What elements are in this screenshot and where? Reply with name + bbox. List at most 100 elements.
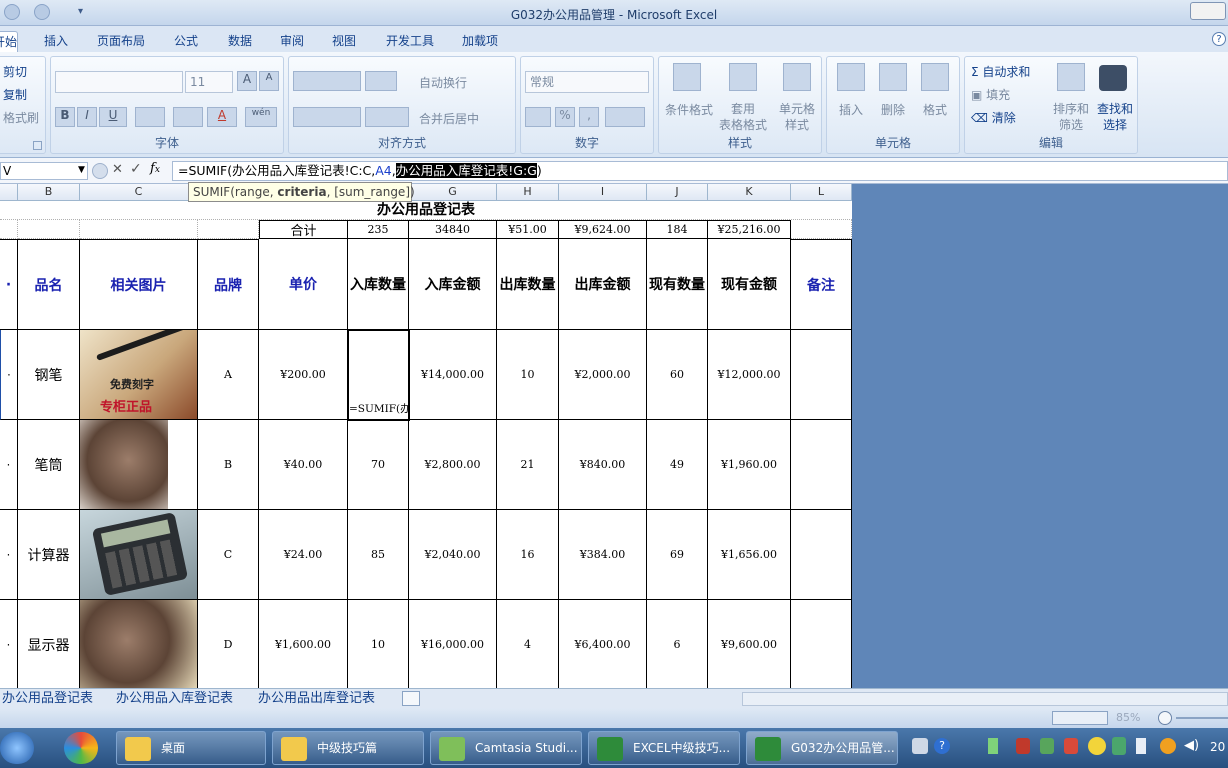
sheet-tab-outbound[interactable]: 办公用品出库登记表 [258, 690, 375, 708]
tab-data[interactable]: 数据 [218, 31, 262, 52]
brand-cell[interactable]: B [198, 420, 259, 510]
in-amount-cell[interactable]: ¥2,040.00 [409, 510, 497, 600]
table-format-icon[interactable] [729, 63, 757, 91]
indent-icons[interactable] [365, 107, 409, 127]
sort-filter-icon[interactable] [1057, 63, 1085, 91]
column-header-j[interactable]: J [647, 184, 708, 201]
picture-cell[interactable] [80, 420, 198, 510]
totals-label[interactable]: 合计 [259, 220, 348, 239]
taskbar-button-camtasia[interactable]: Camtasia Studi... [430, 731, 582, 765]
monitor-image[interactable] [80, 600, 197, 688]
tab-review[interactable]: 审阅 [270, 31, 314, 52]
pen-image[interactable]: 免费刻字 专柜正品 [80, 330, 197, 419]
copy-button[interactable]: 复制 [3, 86, 27, 103]
binoculars-icon[interactable] [1099, 65, 1127, 91]
vertical-align-icons[interactable] [293, 71, 361, 91]
clear-button[interactable]: ⌫ 清除 [971, 109, 1016, 126]
font-color-icon[interactable]: A [207, 107, 237, 127]
conditional-format-icon[interactable] [673, 63, 701, 91]
in-amount-cell[interactable]: ¥2,800.00 [409, 420, 497, 510]
calculator-image[interactable] [80, 510, 197, 599]
price-cell[interactable]: ¥24.00 [259, 510, 348, 600]
number-format-select[interactable]: 常规 [525, 71, 649, 93]
note-cell[interactable] [791, 420, 852, 510]
keyboard-icon[interactable] [912, 738, 928, 754]
start-button-icon[interactable] [0, 732, 34, 764]
wrap-text-button[interactable]: 自动换行 [419, 74, 467, 91]
worksheet[interactable]: B C F G H I J K L 办公用品登记表 合计 235 34840 ¥… [0, 184, 852, 688]
header-in-qty[interactable]: 入库数量 [348, 239, 409, 330]
tab-formulas[interactable]: 公式 [164, 31, 208, 52]
sheet-tab-inbound[interactable]: 办公用品入库登记表 [116, 690, 233, 708]
find-select-button[interactable]: 查找和 选择 [1093, 101, 1137, 133]
column-header-h[interactable]: H [497, 184, 559, 201]
table-format-button[interactable]: 套用 表格格式 [717, 101, 769, 133]
total-out-amount[interactable]: ¥9,624.00 [559, 220, 647, 239]
alert-icon[interactable] [1064, 738, 1078, 754]
out-qty-cell[interactable]: 21 [497, 420, 559, 510]
total-in-qty[interactable]: 235 [348, 220, 409, 239]
insert-sheet-icon[interactable] [402, 691, 420, 706]
zoom-slider[interactable] [1176, 717, 1228, 719]
product-name[interactable]: 计算器 [18, 510, 80, 600]
sort-filter-button[interactable]: 排序和 筛选 [1049, 101, 1093, 133]
clock[interactable]: 20 [1210, 740, 1225, 754]
cell[interactable] [0, 220, 18, 239]
name-box[interactable]: V [0, 162, 88, 180]
out-amount-cell[interactable]: ¥384.00 [559, 510, 647, 600]
row-id-cell[interactable]: · [0, 420, 18, 510]
orientation-icon[interactable] [365, 71, 397, 91]
italic-button[interactable]: I [77, 107, 97, 127]
brand-cell[interactable]: C [198, 510, 259, 600]
insert-cells-button[interactable]: 插入 [833, 101, 869, 118]
name-box-dropdown-icon[interactable]: ▼ [78, 165, 85, 175]
merge-center-button[interactable]: 合并后居中 [419, 110, 479, 127]
out-amount-cell[interactable]: ¥6,400.00 [559, 600, 647, 688]
currency-icon[interactable] [525, 107, 551, 127]
header-name[interactable]: 品名 [18, 239, 80, 330]
row-id-cell[interactable]: · [0, 600, 18, 688]
pen-holder-image[interactable] [80, 420, 168, 509]
tab-page-layout[interactable]: 页面布局 [90, 31, 152, 52]
price-cell[interactable]: ¥1,600.00 [259, 600, 348, 688]
in-amount-cell[interactable]: ¥14,000.00 [409, 330, 497, 420]
stock-amount-cell[interactable]: ¥1,656.00 [708, 510, 791, 600]
sheet-tab-registration[interactable]: 办公用品登记表 [2, 690, 93, 708]
header-out-amount[interactable]: 出库金额 [559, 239, 647, 330]
out-qty-cell[interactable]: 16 [497, 510, 559, 600]
row-id-cell[interactable]: · [0, 330, 18, 420]
zoom-out-icon[interactable] [1158, 711, 1172, 725]
header-pic[interactable]: 相关图片 [80, 239, 198, 330]
price-cell[interactable]: ¥40.00 [259, 420, 348, 510]
in-amount-cell[interactable]: ¥16,000.00 [409, 600, 497, 688]
price-cell[interactable]: ¥200.00 [259, 330, 348, 420]
out-qty-cell[interactable]: 4 [497, 600, 559, 688]
confirm-entry-icon[interactable]: ✓ [130, 161, 142, 177]
total-out-qty[interactable]: ¥51.00 [497, 220, 559, 239]
product-name[interactable]: 笔筒 [18, 420, 80, 510]
product-name[interactable]: 钢笔 [18, 330, 80, 420]
horizontal-scrollbar[interactable] [742, 692, 1228, 706]
security-icon[interactable] [1040, 738, 1054, 754]
column-header-g[interactable]: G [409, 184, 497, 201]
total-stock-qty[interactable]: 184 [647, 220, 708, 239]
total-in-amount[interactable]: 34840 [409, 220, 497, 239]
delete-cells-button[interactable]: 删除 [875, 101, 911, 118]
header-stock-qty[interactable]: 现有数量 [647, 239, 708, 330]
product-name[interactable]: 显示器 [18, 600, 80, 688]
cancel-entry-icon[interactable]: ✕ [112, 162, 123, 177]
column-header-a[interactable] [0, 184, 18, 201]
stock-qty-cell[interactable]: 49 [647, 420, 708, 510]
column-header-l[interactable]: L [791, 184, 852, 201]
header-note[interactable]: 备注 [791, 239, 852, 330]
insert-function-icon[interactable]: fx [150, 161, 160, 176]
cell[interactable] [198, 220, 259, 239]
stock-amount-cell[interactable]: ¥12,000.00 [708, 330, 791, 420]
tab-insert[interactable]: 插入 [34, 31, 78, 52]
shield-icon[interactable] [1112, 737, 1126, 755]
help-icon[interactable]: ? [1212, 32, 1226, 46]
notification-icon[interactable] [1160, 738, 1176, 754]
view-mode-icons[interactable] [1052, 711, 1108, 725]
brand-cell[interactable]: D [198, 600, 259, 688]
tab-addins[interactable]: 加载项 [452, 31, 508, 52]
